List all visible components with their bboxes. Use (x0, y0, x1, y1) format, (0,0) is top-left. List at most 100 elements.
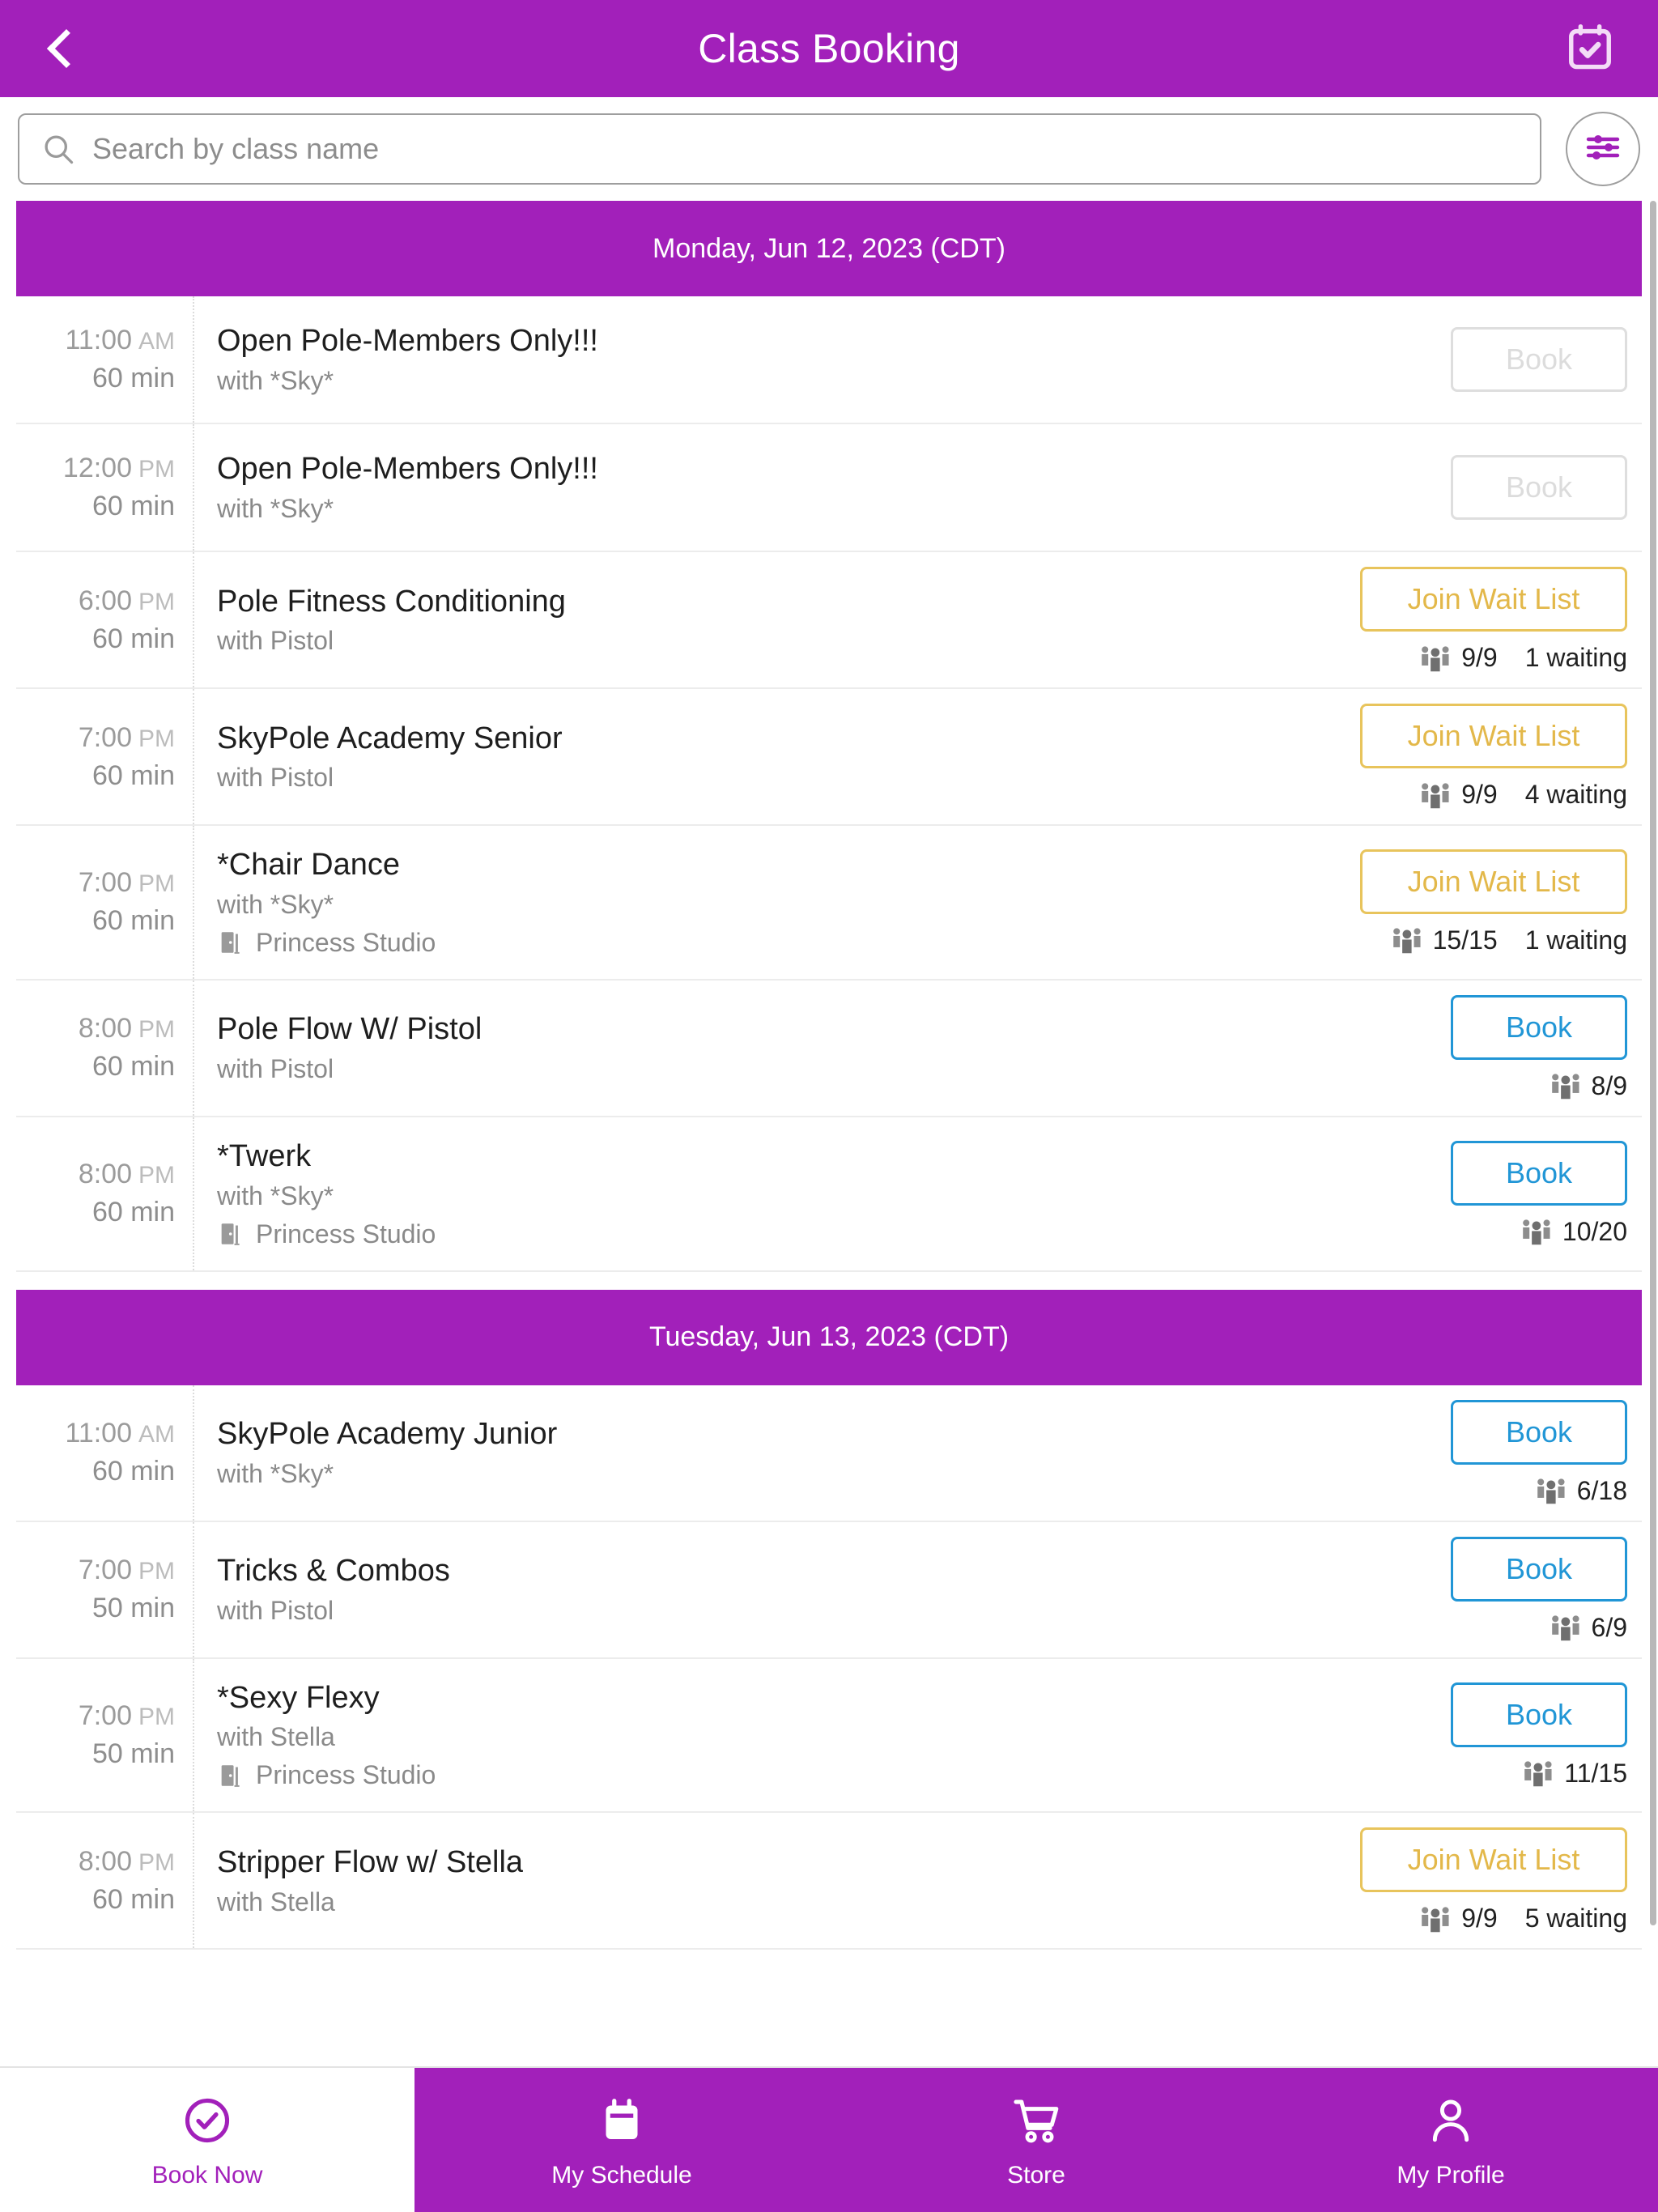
vertical-scrollbar[interactable] (1650, 201, 1656, 1925)
nav-item-store[interactable]: Store (829, 2068, 1244, 2212)
join-wait-list-button[interactable]: Join Wait List (1360, 849, 1627, 914)
app-header: Class Booking (0, 0, 1658, 97)
book-button[interactable]: Book (1451, 1536, 1627, 1602)
nav-item-label: Book Now (151, 2162, 263, 2189)
class-room: Princess Studio (217, 1760, 1318, 1790)
class-instructor: with *Sky* (217, 1459, 334, 1489)
door-icon (217, 1762, 244, 1789)
bottom-navigation: Book Now My Schedule Store My Profile (0, 2066, 1658, 2212)
class-time-block: 7:00 PM 60 min (16, 689, 194, 824)
class-row[interactable]: 8:00 PM 60 min Stripper Flow w/ Stella with … (16, 1813, 1642, 1950)
class-duration: 60 min (91, 491, 175, 521)
class-instructor: with Pistol (217, 1596, 334, 1626)
book-button[interactable]: Book (1451, 1140, 1627, 1206)
class-duration: 60 min (91, 1197, 175, 1228)
search-bar: Search by class name (0, 97, 1658, 201)
class-info-block: *Twerk with *Sky* Princess Studio (194, 1117, 1334, 1270)
book-button[interactable]: Book (1451, 1682, 1627, 1747)
class-capacity-meta: 11/15 (1522, 1759, 1627, 1789)
class-name: *Sexy Flexy (217, 1680, 380, 1715)
capacity-count: 15/15 (1432, 925, 1498, 955)
class-capacity-meta: 8/9 (1550, 1071, 1627, 1101)
class-time: 11:00 AM (65, 325, 175, 356)
class-capacity-meta: 9/9 4 waiting (1419, 780, 1627, 810)
people-icon (1419, 644, 1452, 673)
class-action-block: Book 6/18 (1334, 1385, 1642, 1521)
class-action-block: Book 10/20 (1334, 1117, 1642, 1270)
class-row[interactable]: 6:00 PM 60 min Pole Fitness Conditioning wit… (16, 552, 1642, 689)
book-button[interactable]: Book (1451, 1399, 1627, 1465)
search-input[interactable]: Search by class name (18, 113, 1541, 185)
class-row[interactable]: 12:00 PM 60 min Open Pole-Members Only!!! wi… (16, 424, 1642, 552)
nav-item-my-profile[interactable]: My Profile (1244, 2068, 1658, 2212)
class-time: 12:00 PM (63, 453, 175, 484)
class-row[interactable]: 7:00 PM 60 min *Chair Dance with *Sky* Prince… (16, 826, 1642, 981)
filter-button[interactable] (1566, 112, 1640, 186)
waiting-count: 1 waiting (1524, 643, 1627, 672)
join-wait-list-button[interactable]: Join Wait List (1360, 704, 1627, 768)
day-header: Tuesday, Jun 13, 2023 (CDT) (16, 1289, 1642, 1385)
door-icon (217, 1220, 244, 1248)
capacity-count: 11/15 (1564, 1758, 1627, 1788)
class-instructor: with *Sky* (217, 889, 334, 919)
join-wait-list-button[interactable]: Join Wait List (1360, 1827, 1627, 1893)
class-row[interactable]: 8:00 PM 60 min Pole Flow W/ Pistol with Pist… (16, 980, 1642, 1117)
class-time: 7:00 PM (79, 1555, 175, 1586)
class-name: Pole Fitness Conditioning (217, 584, 566, 619)
class-time: 8:00 PM (79, 1846, 175, 1878)
class-time-value: 7:00 (78, 1700, 132, 1732)
class-time-ampm: PM (138, 1848, 175, 1876)
book-button[interactable]: Book (1451, 994, 1627, 1060)
class-name: Open Pole-Members Only!!! (217, 324, 598, 359)
nav-item-label: My Schedule (551, 2162, 692, 2189)
class-row[interactable]: 7:00 PM 50 min *Sexy Flexy with Stella Prince… (16, 1658, 1642, 1814)
class-time: 8:00 PM (79, 1159, 175, 1190)
class-name: *Chair Dance (217, 848, 400, 882)
people-icon (1391, 925, 1423, 955)
nav-item-label: Store (1007, 2162, 1065, 2189)
nav-item-book-now[interactable]: Book Now (0, 2068, 414, 2212)
class-time-block: 6:00 PM 60 min (16, 552, 194, 687)
class-row[interactable]: 8:00 PM 60 min *Twerk with *Sky* Princess Stu… (16, 1117, 1642, 1272)
capacity-count: 9/9 (1461, 643, 1498, 672)
class-duration: 60 min (91, 1883, 175, 1915)
calendar-check-icon (1565, 22, 1615, 76)
class-instructor: with *Sky* (217, 493, 334, 523)
class-name: SkyPole Academy Senior (217, 721, 563, 755)
join-wait-list-button[interactable]: Join Wait List (1360, 567, 1627, 632)
class-time: 7:00 PM (79, 867, 175, 899)
people-icon (1419, 781, 1452, 810)
class-list-scroll[interactable]: Monday, Jun 12, 2023 (CDT) 11:00 AM 60 min O… (0, 201, 1658, 2066)
class-action-block: Book (1334, 296, 1642, 423)
class-name: *Twerk (217, 1138, 312, 1173)
class-time-value: 6:00 (78, 585, 132, 616)
class-time-block: 11:00 AM 60 min (16, 1385, 194, 1521)
people-icon (1520, 1217, 1553, 1246)
search-placeholder: Search by class name (92, 132, 380, 165)
back-button[interactable] (0, 0, 121, 97)
class-instructor: with Stella (217, 1887, 335, 1916)
class-duration: 60 min (91, 363, 175, 393)
class-time: 6:00 PM (79, 585, 175, 617)
class-action-block: Book (1334, 424, 1642, 551)
class-row[interactable]: 11:00 AM 60 min Open Pole-Members Only!!! wi… (16, 296, 1642, 424)
class-room-label: Princess Studio (256, 1219, 436, 1249)
page-title: Class Booking (698, 26, 960, 71)
class-instructor: with *Sky* (217, 365, 334, 395)
calendar-check-button[interactable] (1541, 0, 1639, 97)
class-row[interactable]: 7:00 PM 50 min Tricks & Combos with Pistol Bo… (16, 1521, 1642, 1659)
class-action-block: Join Wait List 9/9 4 waiting (1334, 689, 1642, 824)
class-time-ampm: AM (138, 1421, 175, 1448)
class-info-block: Open Pole-Members Only!!! with *Sky* (194, 424, 1334, 551)
class-duration: 60 min (91, 623, 175, 654)
class-action-block: Join Wait List 15/15 1 waiting (1334, 826, 1642, 979)
class-instructor: with Pistol (217, 763, 334, 793)
class-row[interactable]: 7:00 PM 60 min SkyPole Academy Senior with P… (16, 689, 1642, 826)
class-time-value: 7:00 (78, 1555, 132, 1586)
class-info-block: Open Pole-Members Only!!! with *Sky* (194, 296, 1334, 423)
class-capacity-meta: 9/9 5 waiting (1419, 1904, 1627, 1933)
nav-item-my-schedule[interactable]: My Schedule (414, 2068, 829, 2212)
class-name: Open Pole-Members Only!!! (217, 452, 598, 487)
class-row[interactable]: 11:00 AM 60 min SkyPole Academy Junior with … (16, 1385, 1642, 1522)
class-capacity-meta: 6/9 (1550, 1613, 1627, 1643)
